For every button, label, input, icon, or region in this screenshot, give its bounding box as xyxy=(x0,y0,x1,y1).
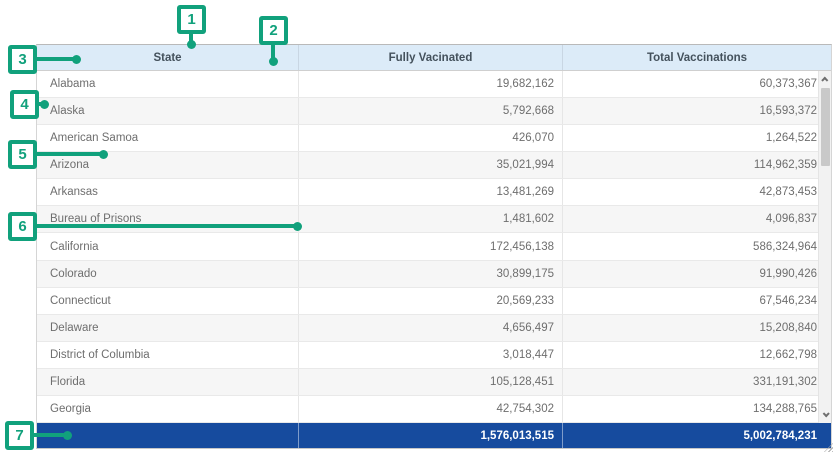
callout-5-dot xyxy=(99,150,108,159)
callout-6-connector xyxy=(35,224,295,228)
state-cell: Arkansas xyxy=(37,179,299,205)
scrollbar-thumb[interactable] xyxy=(821,88,830,166)
table-row[interactable]: Bureau of Prisons1,481,6024,096,837 xyxy=(37,206,831,233)
callout-1-badge: 1 xyxy=(177,5,206,34)
state-cell: Bureau of Prisons xyxy=(37,206,299,232)
total-row: 1,576,013,515 5,002,784,231 xyxy=(37,423,831,448)
fully-vacinated-cell: 1,481,602 xyxy=(299,206,563,232)
total-fully-vacinated-cell: 1,576,013,515 xyxy=(299,423,563,448)
total-vaccinations-cell: 331,191,302 xyxy=(563,369,831,395)
table-row[interactable]: Georgia42,754,302134,288,765 xyxy=(37,396,831,423)
fully-vacinated-cell: 4,656,497 xyxy=(299,315,563,341)
callout-2-badge: 2 xyxy=(259,16,288,45)
state-cell: Connecticut xyxy=(37,288,299,314)
callout-7-badge: 7 xyxy=(5,421,34,450)
state-cell: Arizona xyxy=(37,152,299,178)
callout-5-connector xyxy=(35,152,101,156)
fully-vacinated-cell: 35,021,994 xyxy=(299,152,563,178)
fully-vacinated-cell: 20,569,233 xyxy=(299,288,563,314)
table-row[interactable]: Alaska5,792,66816,593,372 xyxy=(37,98,831,125)
table-row[interactable]: Arizona35,021,994114,962,359 xyxy=(37,152,831,179)
callout-3-connector xyxy=(35,57,74,61)
state-cell: Florida xyxy=(37,369,299,395)
total-total-vaccinations-cell: 5,002,784,231 xyxy=(563,423,831,448)
callout-1-dot xyxy=(187,40,196,49)
table-row[interactable]: Delaware4,656,49715,208,840 xyxy=(37,315,831,342)
callout-2-dot xyxy=(269,57,278,66)
header-cell-fully-vacinated[interactable]: Fully Vacinated xyxy=(299,45,563,70)
callout-3-badge: 3 xyxy=(8,45,37,74)
callout-4-badge: 4 xyxy=(10,90,39,119)
total-vaccinations-cell: 67,546,234 xyxy=(563,288,831,314)
total-vaccinations-cell: 1,264,522 xyxy=(563,125,831,151)
fully-vacinated-cell: 3,018,447 xyxy=(299,342,563,368)
fully-vacinated-cell: 5,792,668 xyxy=(299,98,563,124)
total-vaccinations-cell: 114,962,359 xyxy=(563,152,831,178)
scroll-up-button[interactable] xyxy=(820,73,831,86)
fully-vacinated-cell: 13,481,269 xyxy=(299,179,563,205)
callout-3-dot xyxy=(72,55,81,64)
table-row[interactable]: Alabama19,682,16260,373,367 xyxy=(37,71,831,98)
table-body: Alabama19,682,16260,373,367Alaska5,792,6… xyxy=(37,71,831,423)
annotated-table-screenshot: State Fully Vacinated Total Vaccinations… xyxy=(0,0,833,453)
callout-5-badge: 5 xyxy=(8,140,37,169)
table-header: State Fully Vacinated Total Vaccinations xyxy=(37,45,831,71)
total-vaccinations-cell: 12,662,798 xyxy=(563,342,831,368)
total-vaccinations-cell: 586,324,964 xyxy=(563,233,831,259)
state-cell: California xyxy=(37,233,299,259)
table-row[interactable]: California172,456,138586,324,964 xyxy=(37,233,831,260)
fully-vacinated-cell: 105,128,451 xyxy=(299,369,563,395)
table-row[interactable]: Colorado30,899,17591,990,426 xyxy=(37,261,831,288)
chevron-up-icon xyxy=(821,77,828,84)
table-row[interactable]: Arkansas13,481,26942,873,453 xyxy=(37,179,831,206)
table-row[interactable]: Connecticut20,569,23367,546,234 xyxy=(37,288,831,315)
table-row[interactable]: American Samoa426,0701,264,522 xyxy=(37,125,831,152)
state-cell: Georgia xyxy=(37,396,299,422)
total-vaccinations-cell: 15,208,840 xyxy=(563,315,831,341)
vertical-scrollbar[interactable] xyxy=(818,71,831,423)
state-cell: Delaware xyxy=(37,315,299,341)
fully-vacinated-cell: 30,899,175 xyxy=(299,261,563,287)
state-cell: Alaska xyxy=(37,98,299,124)
total-vaccinations-cell: 4,096,837 xyxy=(563,206,831,232)
callout-6-dot xyxy=(293,222,302,231)
table-row[interactable]: Florida105,128,451331,191,302 xyxy=(37,369,831,396)
total-vaccinations-cell: 16,593,372 xyxy=(563,98,831,124)
callout-4-dot xyxy=(40,100,49,109)
state-cell: Colorado xyxy=(37,261,299,287)
total-vaccinations-cell: 42,873,453 xyxy=(563,179,831,205)
state-cell: American Samoa xyxy=(37,125,299,151)
fully-vacinated-cell: 19,682,162 xyxy=(299,71,563,97)
callout-7-dot xyxy=(63,431,72,440)
total-vaccinations-cell: 134,288,765 xyxy=(563,396,831,422)
total-row-spacer-cell xyxy=(37,423,299,448)
total-vaccinations-cell: 60,373,367 xyxy=(563,71,831,97)
fully-vacinated-cell: 42,754,302 xyxy=(299,396,563,422)
vaccination-table: State Fully Vacinated Total Vaccinations… xyxy=(36,44,832,449)
table-row[interactable]: District of Columbia3,018,44712,662,798 xyxy=(37,342,831,369)
total-vaccinations-cell: 91,990,426 xyxy=(563,261,831,287)
header-cell-total-vaccinations[interactable]: Total Vaccinations xyxy=(563,45,831,70)
fully-vacinated-cell: 172,456,138 xyxy=(299,233,563,259)
callout-7-connector xyxy=(32,433,66,437)
chevron-down-icon xyxy=(823,410,830,417)
fully-vacinated-cell: 426,070 xyxy=(299,125,563,151)
state-cell: District of Columbia xyxy=(37,342,299,368)
state-cell: Alabama xyxy=(37,71,299,97)
callout-6-badge: 6 xyxy=(8,212,37,241)
scroll-down-button[interactable] xyxy=(820,408,831,421)
